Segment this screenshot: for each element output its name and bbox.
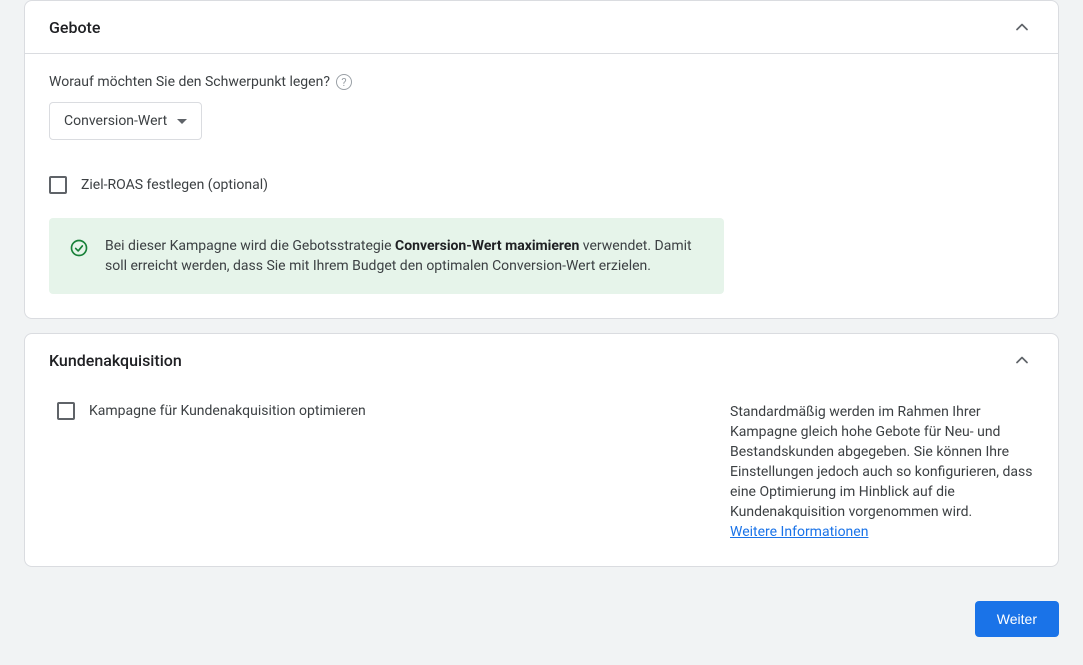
optimize-acquisition-row[interactable]: Kampagne für Kundenakquisition optimiere… [57,402,710,420]
target-roas-checkbox[interactable] [49,176,67,194]
focus-label: Worauf möchten Sie den Schwerpunkt legen… [49,74,330,90]
acquisition-body: Kampagne für Kundenakquisition optimiere… [25,386,1058,566]
info-prefix: Bei dieser Kampagne wird die Gebotsstrat… [105,238,395,254]
strategy-info-box: Bei dieser Kampagne wird die Gebotsstrat… [49,218,724,294]
bidding-card: Gebote Worauf möchten Sie den Schwerpunk… [24,0,1059,319]
next-button[interactable]: Weiter [975,601,1059,637]
focus-label-row: Worauf möchten Sie den Schwerpunkt legen… [49,74,1034,90]
acquisition-card-header[interactable]: Kundenakquisition [25,334,1058,386]
learn-more-link[interactable]: Weitere Informationen [730,524,868,540]
focus-select-value: Conversion-Wert [64,113,167,129]
chevron-up-icon[interactable] [1010,348,1034,372]
target-roas-row[interactable]: Ziel-ROAS festlegen (optional) [49,176,1034,194]
check-circle-icon [69,238,89,258]
acquisition-card: Kundenakquisition Kampagne für Kundenakq… [24,333,1059,567]
caret-down-icon [177,119,187,124]
target-roas-label: Ziel-ROAS festlegen (optional) [81,177,268,193]
info-strategy: Conversion-Wert maximieren [395,238,579,254]
footer: Weiter [24,581,1059,657]
acquisition-left: Kampagne für Kundenakquisition optimiere… [57,402,710,542]
acquisition-description: Standardmäßig werden im Rahmen Ihrer Kam… [730,404,1032,520]
strategy-info-text: Bei dieser Kampagne wird die Gebotsstrat… [105,236,704,276]
bidding-card-header[interactable]: Gebote [25,1,1058,53]
bidding-body: Worauf möchten Sie den Schwerpunkt legen… [25,54,1058,318]
focus-select[interactable]: Conversion-Wert [49,102,202,140]
help-icon[interactable]: ? [336,74,352,90]
optimize-acquisition-label: Kampagne für Kundenakquisition optimiere… [89,403,366,419]
optimize-acquisition-checkbox[interactable] [57,402,75,420]
acquisition-description-panel: Standardmäßig werden im Rahmen Ihrer Kam… [730,402,1034,542]
acquisition-title: Kundenakquisition [49,351,182,370]
bidding-title: Gebote [49,18,100,37]
chevron-up-icon[interactable] [1010,15,1034,39]
